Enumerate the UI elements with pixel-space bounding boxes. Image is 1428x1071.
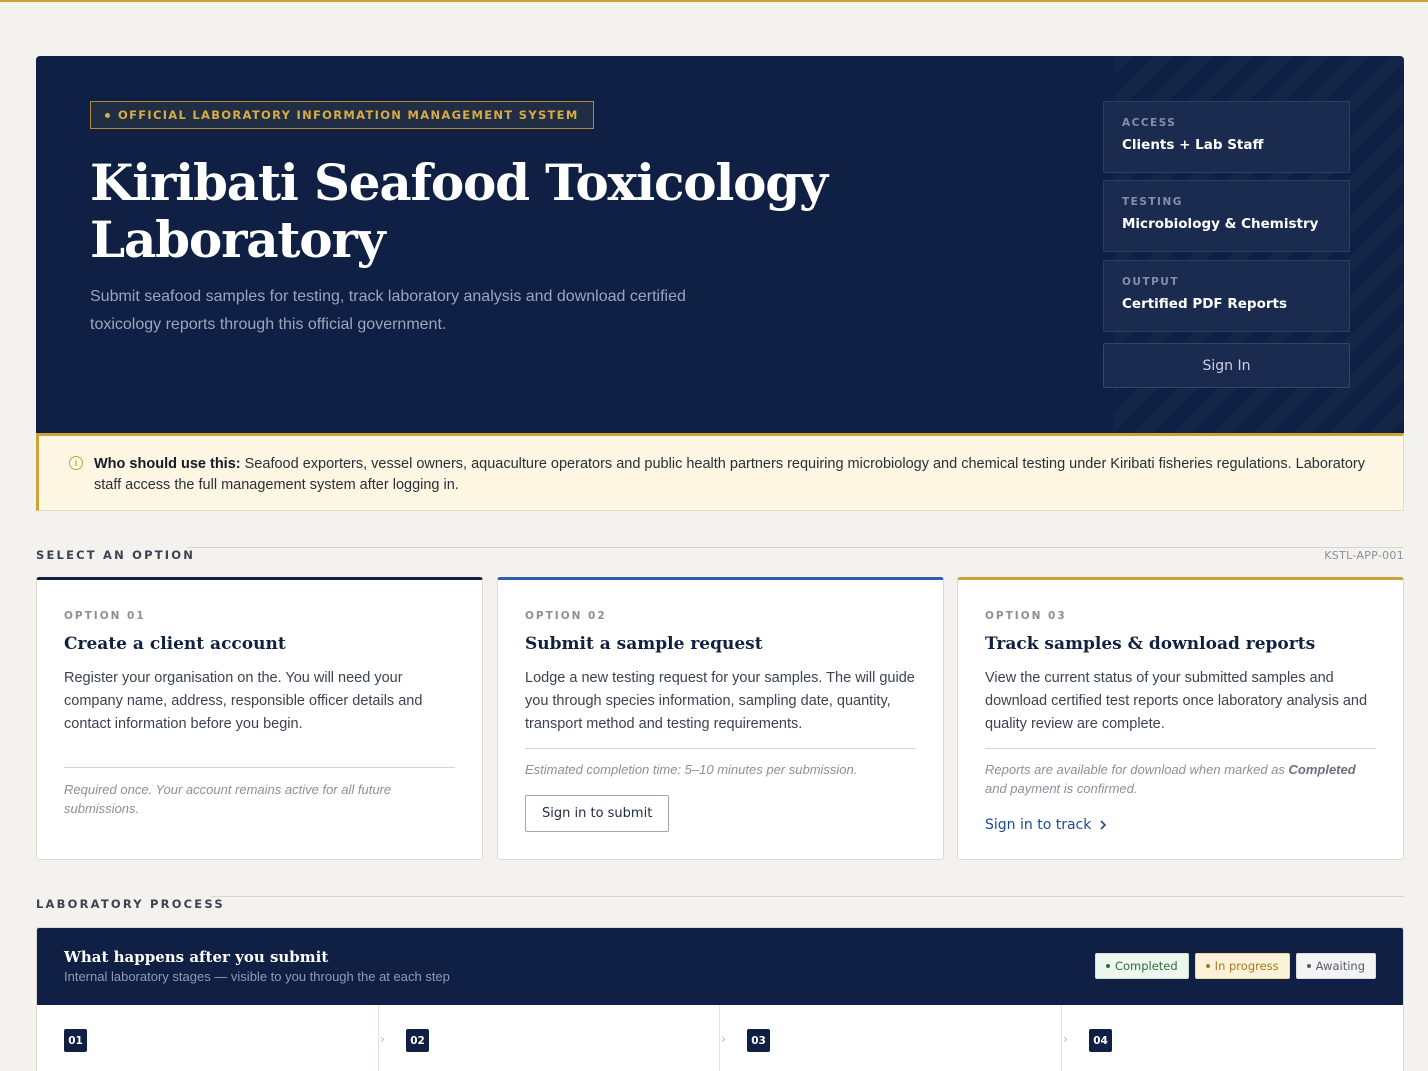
section-divider [211,896,1404,897]
option-note-text: and payment is confirmed. [985,781,1138,796]
status-badge-awaiting: Awaiting [1295,953,1376,979]
option-note-text: Reports are available for download when … [985,762,1289,777]
process-step: 03 › [720,1005,1068,1071]
page-title: Kiribati Seafood Toxicology Laboratory [90,154,850,268]
sign-in-button[interactable]: Sign In [1103,343,1350,388]
info-card-value: Certified PDF Reports [1122,296,1287,312]
option-description: View the current status of your submitte… [985,670,1368,732]
info-card-label: OUTPUT [1122,276,1179,288]
option-note: Reports are available for download when … [985,760,1376,798]
option-title: Track samples & download reports [985,634,1316,654]
step-number: 03 [747,1029,770,1052]
process-panel: What happens after you submit Internal l… [36,927,1404,1071]
option-title: Submit a sample request [525,634,763,654]
chevron-right-icon [1100,820,1107,830]
badge-dot-icon [105,112,110,118]
process-title: What happens after you submit [64,948,329,966]
option-number: OPTION 01 [64,610,146,622]
status-label: Completed [1114,959,1178,973]
page-title-line-2: Laboratory [90,210,386,269]
info-icon: i [69,456,83,470]
sign-in-to-submit-button[interactable]: Sign in to submit [525,795,670,832]
process-step: 01 › [37,1005,385,1071]
option-number: OPTION 02 [525,610,607,622]
process-step: 04 [1062,1005,1403,1071]
option-divider [525,748,916,749]
sign-in-to-track-label: Sign in to track [985,817,1092,833]
status-legend: Completed In progress Awaiting [1094,953,1376,979]
option-note-status: Completed [1288,762,1356,777]
option-note: Required once. Your account remains acti… [64,782,392,816]
info-card-testing: TESTING Microbiology & Chemistry [1103,180,1350,252]
option-title: Create a client account [64,634,286,654]
status-badge-in-progress: In progress [1194,953,1290,979]
sign-in-to-track-link[interactable]: Sign in to track [985,817,1107,833]
application-code: KSTL-APP-001 [1324,549,1404,562]
info-card-access: ACCESS Clients + Lab Staff [1103,101,1350,173]
process-subtitle: Internal laboratory stages — visible to … [64,969,450,984]
option-note: Estimated completion time: 5–10 minutes … [525,762,858,777]
option-description: Lodge a new testing request for your sam… [525,670,915,732]
info-card-output: OUTPUT Certified PDF Reports [1103,260,1350,332]
option-card-track-reports: OPTION 03 Track samples & download repor… [957,577,1404,860]
status-badge-completed: Completed [1094,953,1189,979]
info-card-value: Clients + Lab Staff [1122,137,1264,153]
option-card-create-account: OPTION 01 Create a client account Regist… [36,577,483,860]
option-divider [64,767,455,768]
process-header: What happens after you submit Internal l… [37,928,1403,1005]
step-number: 02 [406,1029,429,1052]
official-badge: OFFICIAL LABORATORY INFORMATION MANAGEME… [90,101,594,129]
option-divider [985,748,1376,749]
audience-notice: i Who should use this: Seafood exporters… [36,433,1404,511]
process-step: 02 › [379,1005,726,1071]
section-heading-process: LABORATORY PROCESS [36,897,225,911]
section-heading-options: SELECT AN OPTION [36,548,196,562]
step-number: 04 [1089,1029,1112,1052]
hero-banner: OFFICIAL LABORATORY INFORMATION MANAGEME… [36,56,1404,436]
option-description: Register your organisation on the. You w… [64,670,423,732]
status-label: In progress [1214,959,1279,973]
option-number: OPTION 03 [985,610,1067,622]
info-card-label: TESTING [1122,196,1183,208]
official-badge-label: OFFICIAL LABORATORY INFORMATION MANAGEME… [118,108,579,122]
page-title-line-1: Kiribati Seafood Toxicology [90,153,828,212]
section-divider [187,547,1404,548]
process-steps: 01 › 02 › 03 › 04 [37,1005,1403,1071]
notice-lead: Who should use this: [94,456,241,472]
info-card-value: Microbiology & Chemistry [1122,216,1319,232]
step-number: 01 [64,1029,87,1052]
notice-text: Seafood exporters, vessel owners, aquacu… [94,456,1365,493]
top-accent-line [0,0,1428,2]
option-card-submit-sample: OPTION 02 Submit a sample request Lodge … [497,577,944,860]
info-card-label: ACCESS [1122,117,1177,129]
status-label: Awaiting [1315,959,1365,973]
hero-subtitle: Submit seafood samples for testing, trac… [90,288,686,333]
